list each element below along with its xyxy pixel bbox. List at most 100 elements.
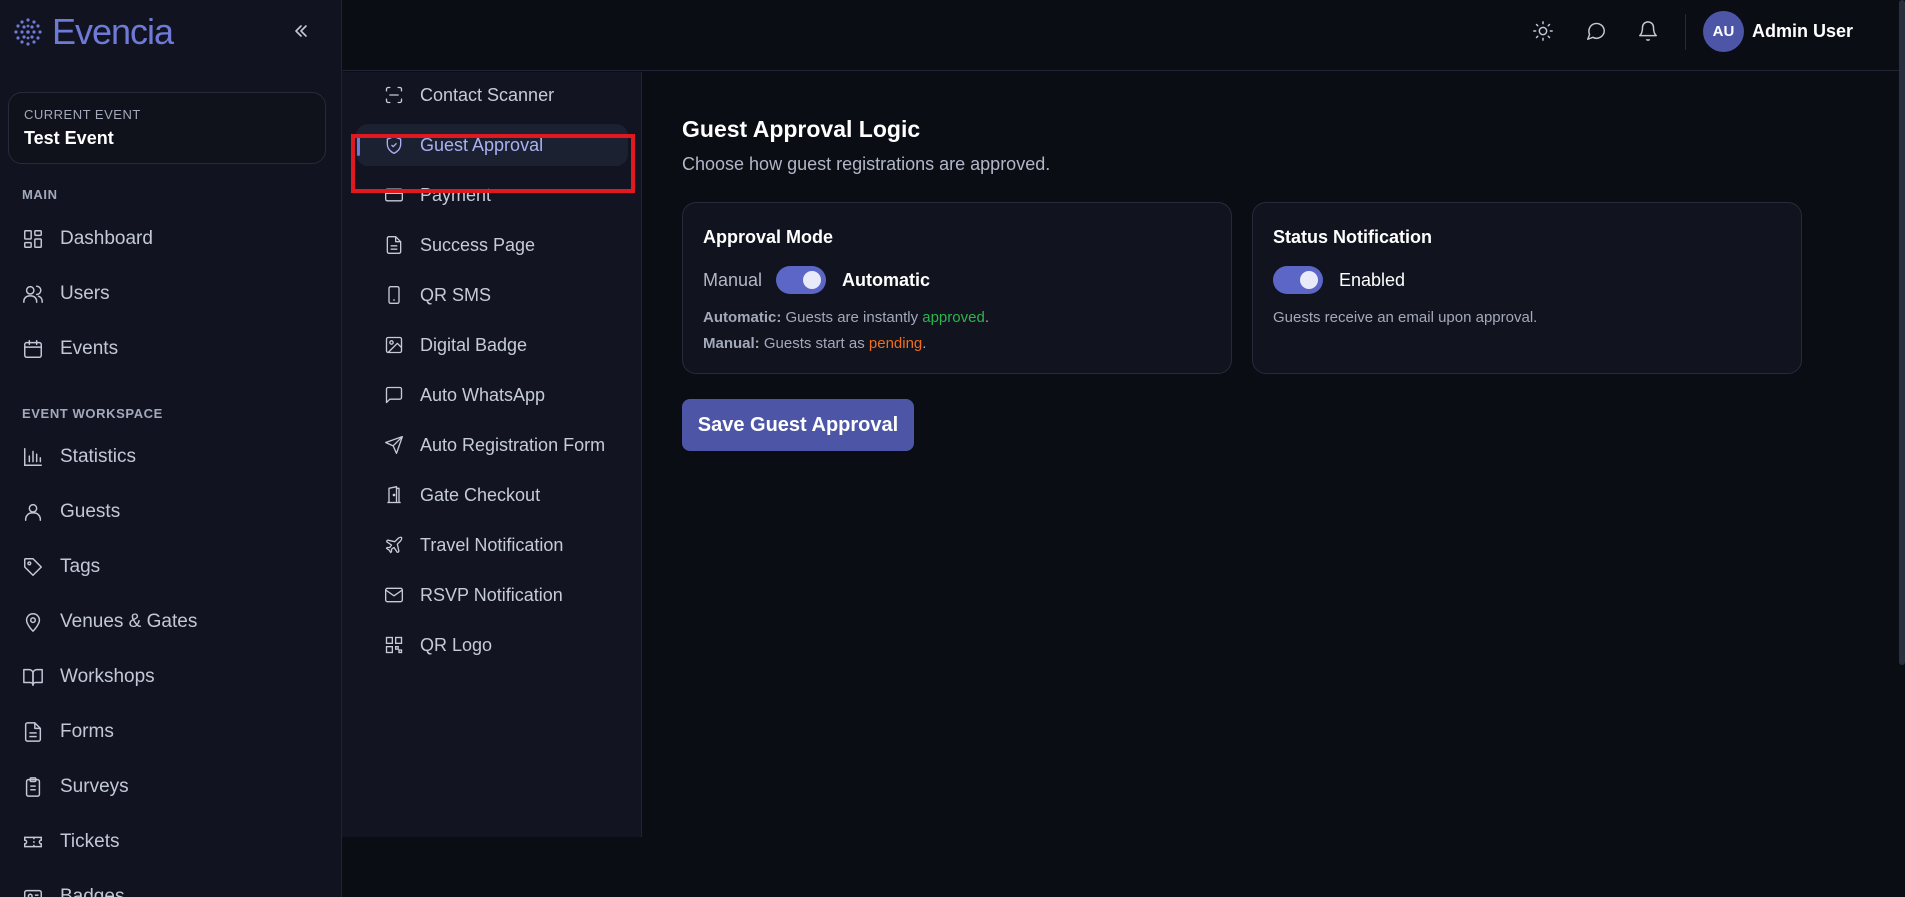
sidebar-item-statistics[interactable]: Statistics	[22, 439, 322, 475]
manual-description: Manual: Guests start as pending.	[703, 335, 926, 352]
current-event-caption: CURRENT EVENT	[24, 107, 141, 122]
user-icon	[24, 503, 42, 521]
current-event-card[interactable]: CURRENT EVENT Test Event	[8, 92, 326, 164]
sidebar-item-venues[interactable]: Venues & Gates	[22, 604, 322, 640]
subnav-item-guest-approval[interactable]: Guest Approval	[356, 124, 628, 166]
sidebar: Evencia CURRENT EVENT Test Event MAIN Da…	[0, 0, 342, 897]
automatic-key: Automatic:	[703, 309, 782, 326]
approval-toggle-row: Manual Automatic	[703, 265, 930, 295]
manual-key: Manual:	[703, 335, 760, 352]
avatar[interactable]: AU	[1703, 11, 1744, 52]
card-title: Approval Mode	[703, 227, 834, 247]
sidebar-item-label: Tickets	[60, 831, 120, 852]
bar-chart-icon	[24, 448, 42, 466]
users-icon	[23, 285, 43, 303]
subnav-item-label: Payment	[420, 184, 492, 205]
subnav-item-qr-sms[interactable]: QR SMS	[356, 274, 628, 316]
approval-mode-card: Approval Mode Manual Automatic Automatic…	[682, 202, 1232, 374]
sidebar-item-surveys[interactable]: Surveys	[22, 769, 322, 805]
sidebar-item-label: Guests	[60, 501, 121, 522]
sidebar-item-label: Venues & Gates	[60, 611, 198, 632]
sidebar-item-badges[interactable]: Badges	[22, 879, 322, 897]
map-pin-icon	[25, 613, 41, 633]
current-event-name: Test Event	[24, 128, 114, 148]
automatic-text: Guests are instantly	[785, 309, 919, 326]
automatic-label: Automatic	[842, 269, 931, 290]
section-label-main: MAIN	[22, 187, 58, 202]
sidebar-item-label: Users	[60, 283, 110, 304]
subnav-item-label: Digital Badge	[420, 334, 528, 355]
save-guest-approval-button[interactable]: Save Guest Approval	[682, 399, 914, 451]
collapse-sidebar-button[interactable]	[288, 18, 314, 44]
subnav-item-success-page[interactable]: Success Page	[356, 224, 628, 266]
subnav-item-auto-whatsapp[interactable]: Auto WhatsApp	[356, 374, 628, 416]
qr-code-icon	[385, 636, 403, 654]
sidebar-item-label: Dashboard	[60, 228, 153, 249]
toggle-knob	[1300, 271, 1318, 289]
message-circle-icon	[1587, 22, 1605, 40]
mail-icon	[385, 587, 403, 603]
subnav-item-rsvp-notification[interactable]: RSVP Notification	[356, 574, 628, 616]
subnav-item-label: QR Logo	[420, 634, 493, 655]
brand-name: Evencia	[52, 11, 174, 52]
notifications-button[interactable]	[1635, 18, 1661, 44]
sidebar-item-label: Badges	[60, 886, 125, 897]
section-label-workspace: EVENT WORKSPACE	[22, 406, 163, 421]
sidebar-item-dashboard[interactable]: Dashboard	[22, 221, 322, 257]
sun-icon	[1533, 21, 1553, 41]
subnav-item-label: QR SMS	[420, 284, 492, 305]
settings-subnav: Contact Scanner Guest Approval Payment S…	[342, 72, 642, 837]
approval-mode-toggle[interactable]	[776, 266, 827, 294]
ticket-icon	[24, 836, 42, 848]
sidebar-item-events[interactable]: Events	[22, 331, 322, 367]
brand-logo[interactable]: Evencia	[10, 10, 174, 54]
sidebar-item-label: Tags	[60, 556, 101, 577]
plane-icon	[385, 536, 403, 554]
page-subtitle: Choose how guest registrations are appro…	[682, 154, 1051, 174]
subnav-item-travel-notification[interactable]: Travel Notification	[356, 524, 628, 566]
subnav-item-payment[interactable]: Payment	[356, 174, 628, 216]
sidebar-item-tickets[interactable]: Tickets	[22, 824, 322, 860]
messages-button[interactable]	[1583, 18, 1609, 44]
sidebar-item-workshops[interactable]: Workshops	[22, 659, 322, 695]
clipboard-icon	[25, 777, 41, 797]
approved-status: approved	[922, 309, 985, 326]
subnav-item-digital-badge[interactable]: Digital Badge	[356, 324, 628, 366]
notification-description: Guests receive an email upon approval.	[1273, 309, 1538, 326]
header-divider	[1685, 14, 1686, 50]
sidebar-item-guests[interactable]: Guests	[22, 494, 322, 530]
status-notification-toggle[interactable]	[1273, 266, 1323, 294]
subnav-item-label: Guest Approval	[420, 134, 544, 155]
manual-label: Manual	[703, 269, 763, 290]
file-text-icon	[386, 236, 402, 254]
subnav-item-label: Contact Scanner	[420, 84, 555, 105]
sidebar-item-tags[interactable]: Tags	[22, 549, 322, 585]
user-name[interactable]: Admin User	[1752, 21, 1853, 42]
sidebar-item-forms[interactable]: Forms	[22, 714, 322, 750]
subnav-item-label: Auto Registration Form	[420, 434, 606, 455]
pending-status: pending	[868, 335, 923, 352]
badge-icon	[24, 889, 42, 897]
file-text-icon	[24, 722, 42, 742]
subnav-item-label: RSVP Notification	[420, 584, 563, 605]
logo-dots-icon	[14, 18, 42, 46]
message-square-icon	[385, 386, 403, 404]
subnav-item-auto-registration-form[interactable]: Auto Registration Form	[356, 424, 628, 466]
subnav-item-qr-logo[interactable]: QR Logo	[356, 624, 628, 666]
sidebar-item-users[interactable]: Users	[22, 276, 322, 312]
page-scrollbar[interactable]	[1899, 0, 1905, 665]
credit-card-icon	[385, 188, 403, 202]
send-icon	[385, 436, 403, 454]
subnav-item-label: Auto WhatsApp	[420, 384, 546, 405]
image-icon	[385, 336, 403, 354]
dashboard-icon	[24, 230, 42, 248]
subnav-item-label: Success Page	[420, 234, 536, 255]
bell-icon	[1639, 21, 1657, 41]
door-icon	[387, 486, 401, 504]
subnav-item-contact-scanner[interactable]: Contact Scanner	[356, 74, 628, 116]
page-title: Guest Approval Logic	[682, 116, 921, 142]
subnav-item-gate-checkout[interactable]: Gate Checkout	[356, 474, 628, 516]
theme-toggle-button[interactable]	[1530, 18, 1556, 44]
notification-toggle-row: Enabled	[1273, 265, 1405, 295]
tag-icon	[24, 558, 42, 576]
